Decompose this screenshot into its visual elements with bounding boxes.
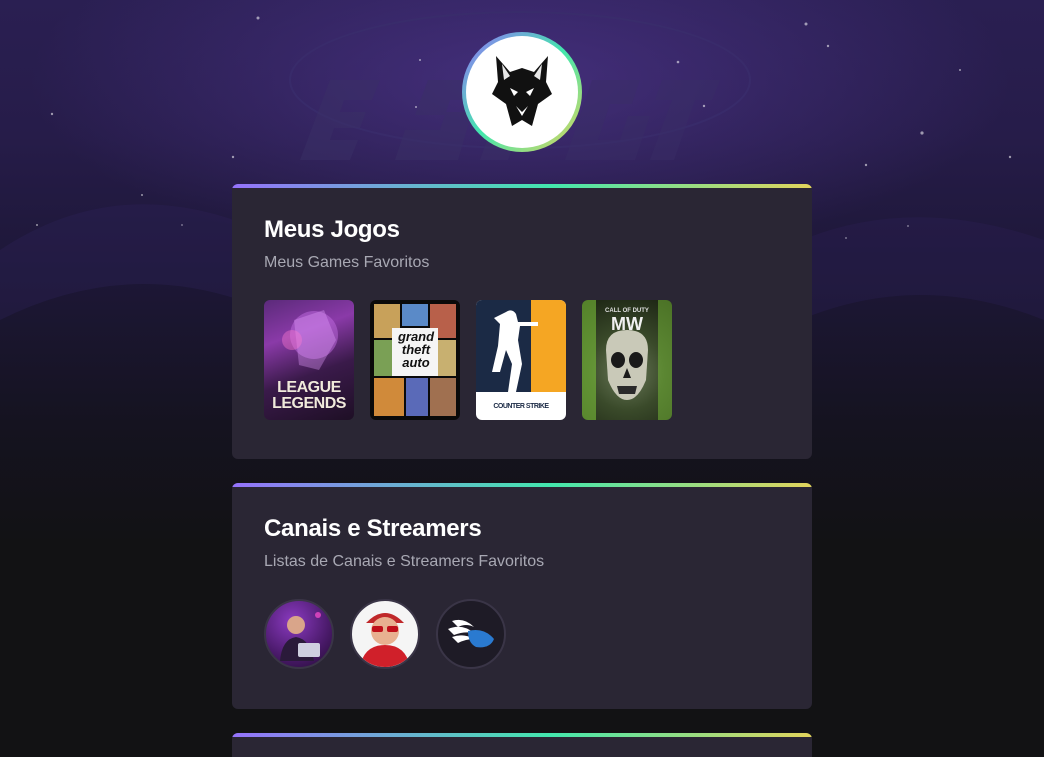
gta-logo-line3: auto	[402, 355, 430, 370]
profile-avatar	[466, 36, 578, 148]
games-card: Meus Jogos Meus Games Favoritos LEAGUE L…	[232, 184, 812, 459]
streamers-subtitle: Listas de Canais e Streamers Favoritos	[264, 553, 545, 570]
card-accent-stripe	[232, 733, 812, 737]
streamer-avatar-3[interactable]	[436, 599, 506, 669]
game-gta-v[interactable]: grand theft auto	[370, 300, 460, 420]
wolf-icon	[492, 56, 552, 126]
streamer-sunglasses-avatar	[360, 613, 410, 667]
game-call-of-duty-mw2[interactable]: CALL OF DUTY MW	[582, 300, 672, 420]
games-subtitle: Meus Games Favoritos	[264, 254, 430, 271]
games-list: LEAGUE LEGENDS grand theft auto COUNTER …	[264, 300, 672, 420]
streamer-avatar-1[interactable]	[264, 599, 334, 669]
links-card	[232, 733, 812, 757]
streamers-list	[264, 599, 506, 669]
counter-strike-art	[476, 300, 566, 392]
lol-logo-line1: LEAGUE	[277, 379, 341, 396]
streamers-title: Canais e Streamers	[264, 515, 482, 542]
games-title: Meus Jogos	[264, 216, 400, 243]
game-counter-strike[interactable]: COUNTER STRIKE	[476, 300, 566, 420]
streamer-avatar-2[interactable]	[350, 599, 420, 669]
cod-logo-line2: MW	[611, 314, 643, 334]
winged-logo-avatar	[448, 619, 494, 648]
streamers-card: Canais e Streamers Listas de Canais e St…	[232, 483, 812, 709]
lol-logo-line2: LEGENDS	[272, 395, 346, 412]
game-league-of-legends[interactable]: LEAGUE LEGENDS	[264, 300, 354, 420]
streamer-dj-avatar	[280, 612, 321, 661]
card-accent-stripe	[232, 483, 812, 487]
cs-logo-text: COUNTER STRIKE	[493, 403, 549, 410]
profile-avatar-ring	[462, 32, 582, 152]
card-accent-stripe	[232, 184, 812, 188]
